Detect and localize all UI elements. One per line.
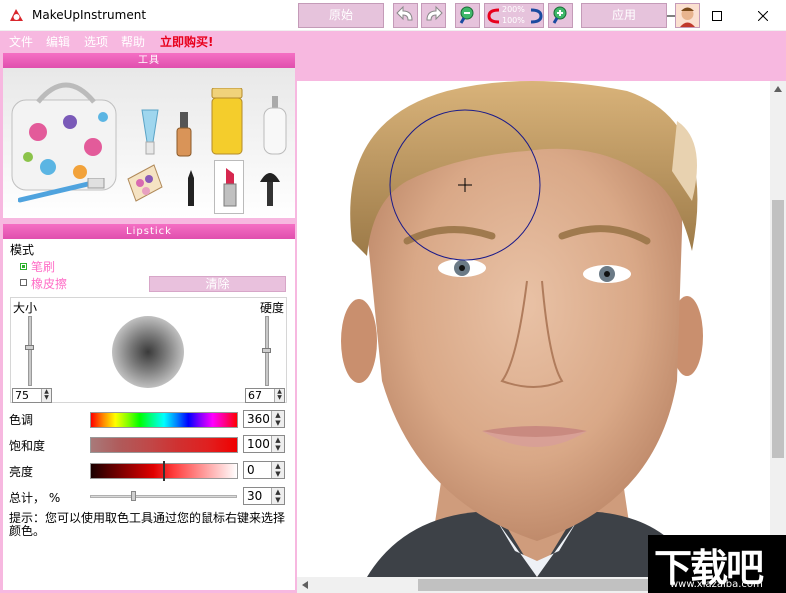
saturation-spin-arrows[interactable]: ▲ ▼ [271, 436, 284, 452]
saturation-value: 100 [247, 437, 270, 451]
eyeshadow-palette-icon[interactable] [124, 163, 164, 203]
clear-button[interactable]: 清除 [149, 276, 286, 292]
eraser-radio-label[interactable]: 橡皮擦 [31, 275, 67, 292]
zoom-in-button[interactable] [548, 3, 573, 28]
undo-button[interactable] [393, 3, 418, 28]
apply-button[interactable]: 应用 [581, 3, 667, 28]
face-icon [676, 4, 699, 27]
powder-brush-icon[interactable] [258, 168, 282, 208]
size-slider-track[interactable] [28, 316, 32, 386]
brightness-value: 0 [247, 463, 255, 477]
hue-spin-arrows[interactable]: ▲ ▼ [271, 411, 284, 427]
size-spin[interactable]: 75 ▲ ▼ [12, 388, 52, 403]
face-button[interactable] [675, 3, 700, 28]
original-button[interactable]: 原始 [298, 3, 384, 28]
cosmetic-bag-icon[interactable] [8, 72, 124, 194]
hardness-spin[interactable]: 67 ▲ ▼ [245, 388, 285, 403]
saturation-bar[interactable] [90, 437, 238, 453]
hue-spin[interactable]: 360 ▲ ▼ [243, 410, 285, 428]
concealer-bottle-icon[interactable] [174, 112, 194, 158]
eraser-radio[interactable] [20, 279, 27, 286]
tip-text: 提示：您可以使用取色工具通过您的鼠标右键来选择颜色。 [9, 511, 286, 538]
brush-radio-label[interactable]: 笔刷 [31, 258, 55, 275]
hardness-slider-thumb[interactable] [262, 348, 271, 353]
lipstick-icon [223, 168, 237, 207]
menu-edit[interactable]: 编辑 [46, 33, 70, 50]
lotion-pump-icon[interactable] [260, 96, 290, 156]
menu-buy-now[interactable]: 立即购买! [160, 33, 213, 50]
zoom-out-icon [459, 6, 474, 24]
size-spin-arrows[interactable]: ▲ ▼ [41, 389, 51, 402]
zoom-toggle-icon [487, 8, 500, 24]
redo-icon [426, 5, 443, 21]
size-value: 75 [15, 389, 29, 402]
mode-label: 模式 [10, 243, 35, 257]
zoom-200-label: 200% [502, 5, 525, 14]
close-icon [758, 10, 768, 21]
total-spin-arrows[interactable]: ▲ ▼ [271, 488, 284, 504]
hardness-value: 67 [248, 389, 262, 402]
scroll-left-icon[interactable] [302, 581, 308, 589]
total-value: 30 [247, 489, 263, 503]
horizontal-scroll-thumb[interactable] [418, 579, 648, 591]
image-toolbar [297, 50, 786, 81]
total-label: 总计， % [9, 491, 61, 505]
window-title: MakeUpInstrument [32, 8, 147, 22]
hue-label: 色调 [9, 413, 34, 427]
undo-icon [396, 5, 413, 21]
size-label: 大小 [13, 301, 38, 315]
mascara-brush-icon[interactable] [18, 178, 108, 204]
watermark-url: www.xiazaiba.com [670, 579, 763, 590]
hue-value: 360 [247, 412, 270, 426]
redo-button[interactable] [421, 3, 446, 28]
cream-bottle-icon[interactable] [210, 88, 244, 156]
site-watermark: 下载吧 www.xiazaiba.com [648, 535, 786, 593]
zoom-out-button[interactable] [455, 3, 480, 28]
saturation-label: 饱和度 [9, 439, 46, 453]
size-slider-thumb[interactable] [25, 345, 34, 350]
vertical-scroll-thumb[interactable] [772, 200, 784, 458]
saturation-spin[interactable]: 100 ▲ ▼ [243, 435, 285, 453]
photo-canvas[interactable] [297, 81, 770, 577]
hardness-spin-arrows[interactable]: ▲ ▼ [274, 389, 284, 402]
zoom-in-icon [552, 6, 567, 24]
zoom-100-label: 100% [502, 16, 525, 25]
maximize-icon [712, 10, 722, 21]
brush-radio[interactable] [20, 263, 27, 270]
brightness-marker[interactable] [163, 461, 165, 481]
brush-preview [112, 316, 184, 388]
hue-bar[interactable] [90, 412, 238, 428]
total-spin[interactable]: 30 ▲ ▼ [243, 487, 285, 505]
brightness-spin-arrows[interactable]: ▲ ▼ [271, 462, 284, 478]
foundation-tube-icon[interactable] [138, 108, 162, 156]
menu-options[interactable]: 选项 [84, 33, 108, 50]
zoom-toggle-right-icon [530, 8, 543, 24]
lipstick-header: Lipstick [3, 224, 295, 239]
scroll-up-icon[interactable] [774, 86, 782, 92]
zoom-toggle-button[interactable]: 200% 100% [484, 3, 544, 28]
hardness-label: 硬度 [260, 301, 285, 315]
total-slider-track[interactable] [90, 495, 237, 498]
maximize-button[interactable] [694, 0, 740, 31]
app-logo-icon [10, 9, 23, 21]
menu-file[interactable]: 文件 [9, 33, 33, 50]
menu-bar: 文件 编辑 选项 帮助 立即购买! [0, 31, 786, 50]
brightness-label: 亮度 [9, 465, 34, 479]
eyeliner-pencil-icon[interactable] [186, 170, 196, 206]
close-button[interactable] [740, 0, 786, 31]
menu-help[interactable]: 帮助 [121, 33, 145, 50]
portrait-photo [297, 81, 770, 577]
total-slider-thumb[interactable] [131, 491, 136, 501]
brightness-spin[interactable]: 0 ▲ ▼ [243, 461, 285, 479]
tools-header: 工具 [3, 53, 295, 68]
